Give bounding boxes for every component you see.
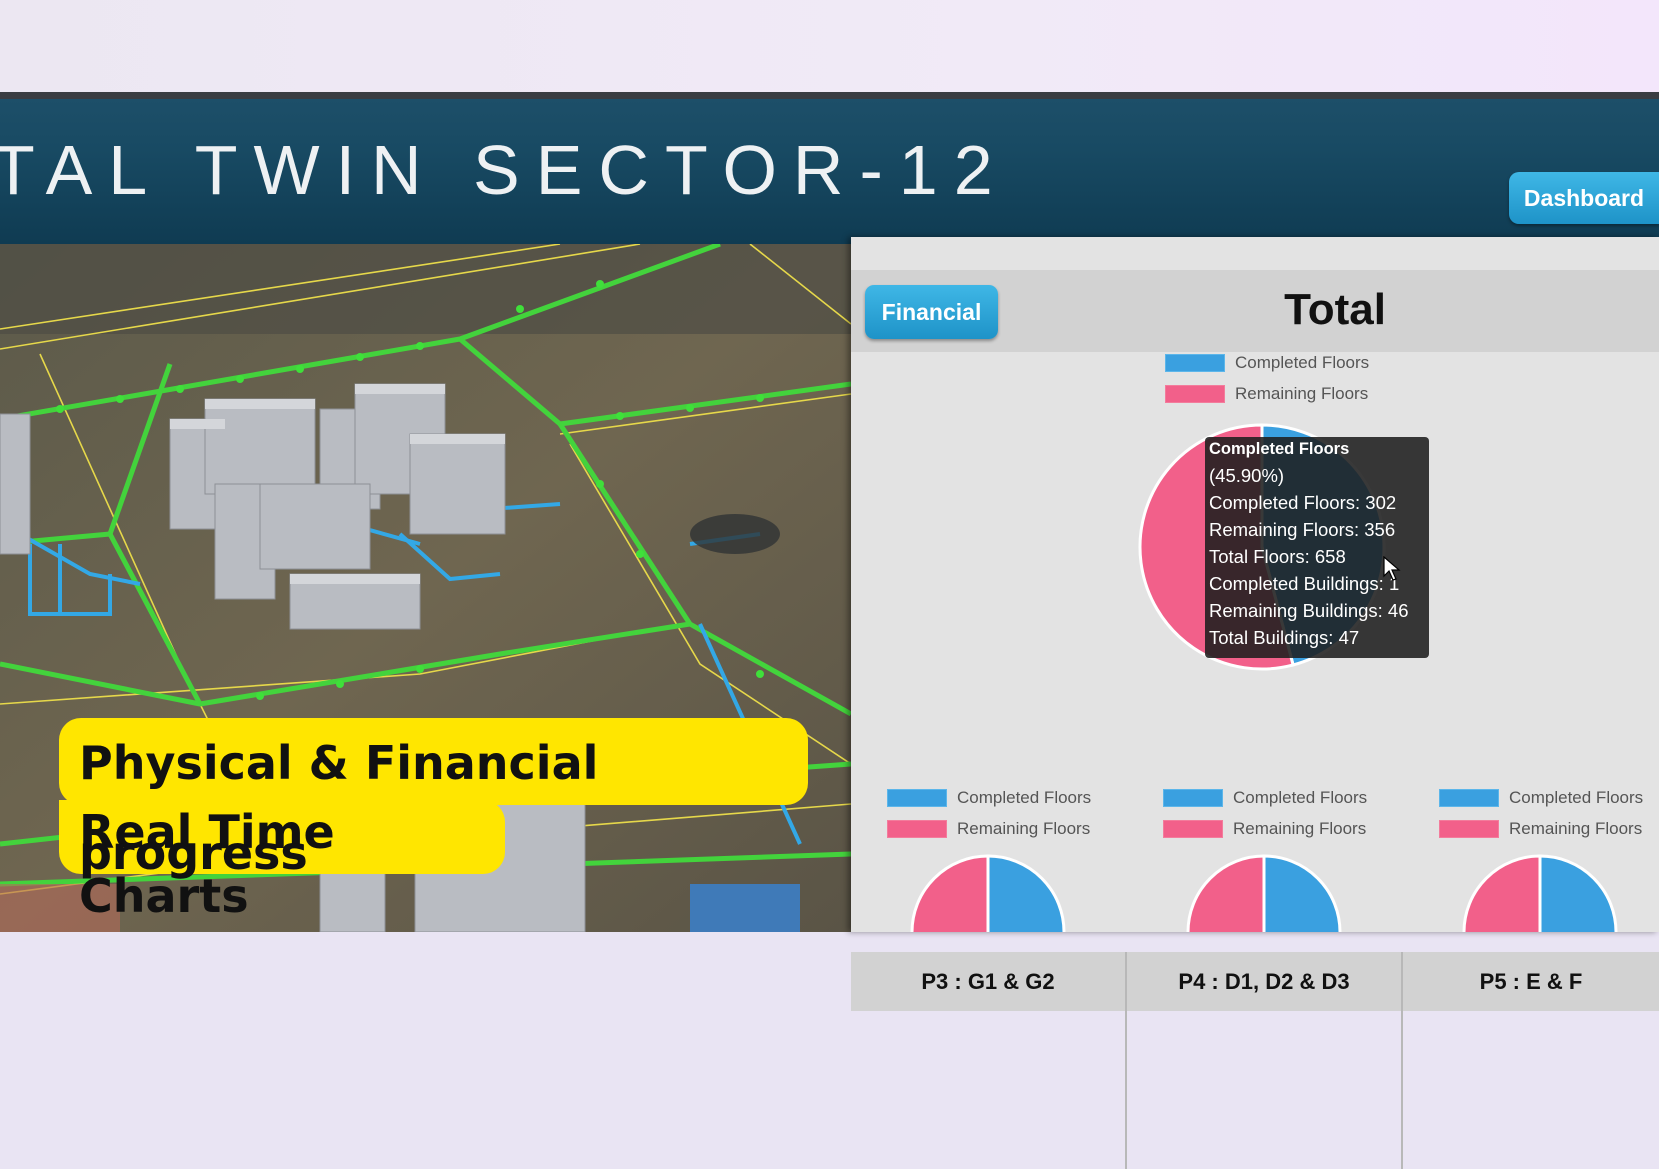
pie-slice-completed[interactable] [986, 854, 1066, 932]
mouse-cursor-icon [1383, 556, 1401, 581]
legend-completed-label: Completed Floors [1509, 787, 1644, 807]
divider [1125, 952, 1127, 1169]
tooltip-percent: (45.90%) [1209, 465, 1285, 486]
completed-swatch [1165, 353, 1225, 372]
legend-remaining[interactable]: Remaining Floors [1165, 378, 1369, 409]
legend-remaining-label: Remaining Floors [957, 818, 1091, 838]
tooltip-remaining-buildings: Remaining Buildings: 46 [1209, 600, 1409, 621]
pie-slice-remaining[interactable] [910, 854, 990, 932]
legend-remaining-label: Remaining Floors [1235, 383, 1369, 403]
legend-completed-label: Completed Floors [1233, 787, 1368, 807]
caption-line-1: Physical & Financial progress [59, 718, 808, 880]
legend-completed[interactable]: Completed Floors [1165, 347, 1369, 378]
tooltip-completed-floors: Completed Floors: 302 [1209, 492, 1397, 513]
p4-pie-chart[interactable] [1184, 852, 1344, 932]
tooltip-title: Completed Floors [1209, 440, 1350, 458]
remaining-swatch [1439, 819, 1499, 838]
pie-slice-completed[interactable] [1262, 854, 1342, 932]
panel-title: Total [1284, 285, 1386, 334]
pie-slice-completed[interactable] [1538, 854, 1618, 932]
window-border [0, 92, 1659, 99]
legend-remaining-label: Remaining Floors [1509, 818, 1643, 838]
tooltip-total-buildings: Total Buildings: 47 [1209, 627, 1360, 648]
tooltip-remaining-floors: Remaining Floors: 356 [1209, 519, 1396, 540]
p3-chart-legend[interactable]: Completed Floors Remaining Floors [887, 782, 1091, 844]
legend-completed-label: Completed Floors [1235, 352, 1370, 372]
p5-chart-legend[interactable]: Completed Floors Remaining Floors [1439, 782, 1643, 844]
completed-swatch [887, 788, 947, 807]
browser-top-strip [0, 0, 1659, 92]
completed-swatch [1439, 788, 1499, 807]
legend-remaining-label: Remaining Floors [1233, 818, 1367, 838]
remaining-swatch [1165, 384, 1225, 403]
p4-chart-legend[interactable]: Completed Floors Remaining Floors [1163, 782, 1367, 844]
sub-chart-title-p5: P5 : E & F [1403, 952, 1659, 1011]
sub-chart-title-p4: P4 : D1, D2 & D3 [1127, 952, 1401, 1011]
legend-completed-label: Completed Floors [957, 787, 1092, 807]
pie-slice-remaining[interactable] [1462, 854, 1542, 932]
total-chart-legend[interactable]: Completed Floors Remaining Floors [1165, 347, 1369, 409]
remaining-swatch [887, 819, 947, 838]
page-title: TAL TWIN SECTOR-12 [0, 131, 1009, 209]
completed-swatch [1163, 788, 1223, 807]
remaining-swatch [1163, 819, 1223, 838]
sub-chart-title-p3: P3 : G1 & G2 [851, 952, 1125, 1011]
divider [1401, 952, 1403, 1169]
p5-pie-chart[interactable] [1460, 852, 1620, 932]
p3-pie-chart[interactable] [908, 852, 1068, 932]
chart-tooltip: Completed Floors (45.90%) Completed Floo… [1205, 437, 1429, 658]
pie-slice-remaining[interactable] [1186, 854, 1266, 932]
dashboard-button[interactable]: Dashboard [1509, 172, 1659, 224]
